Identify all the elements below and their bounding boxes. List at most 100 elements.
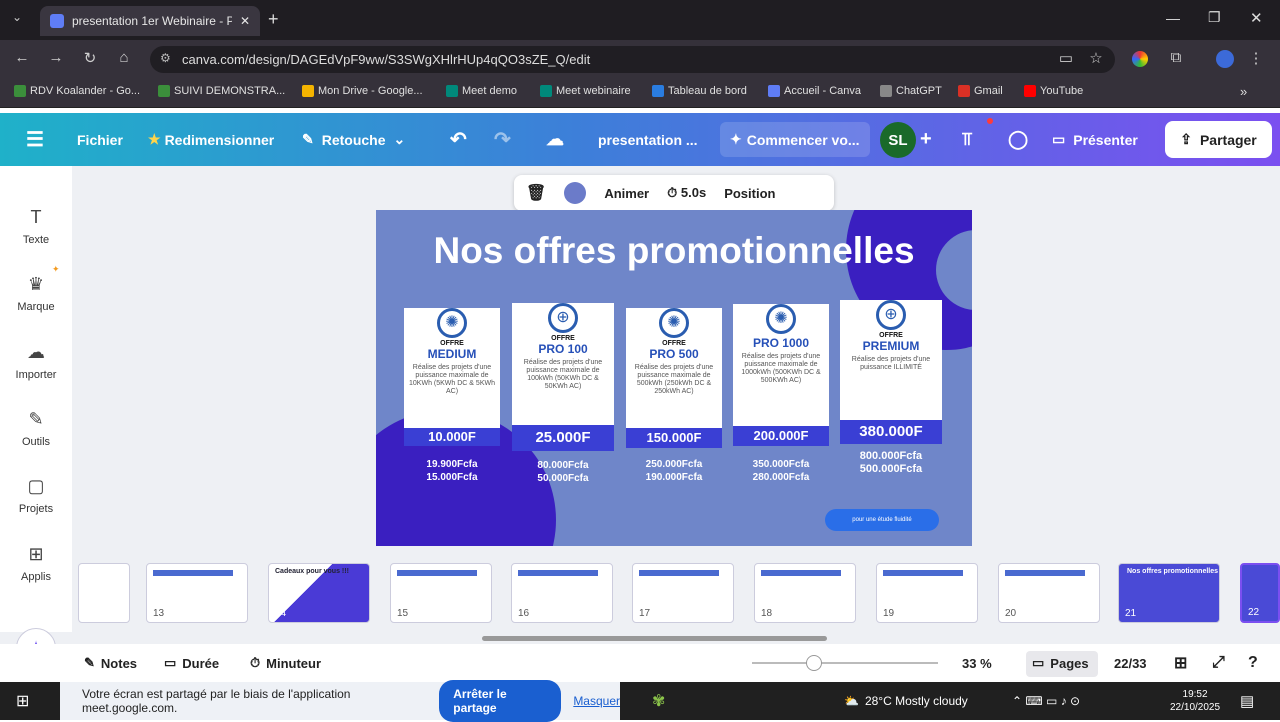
new-tab-icon[interactable]: + xyxy=(268,9,279,30)
position-button[interactable]: Position xyxy=(724,186,775,201)
forward-icon[interactable]: → xyxy=(46,49,66,66)
duration-toggle[interactable]: ▭ Durée xyxy=(164,644,219,682)
bookmark-item[interactable]: Mon Drive - Google... xyxy=(302,85,423,97)
fullscreen-icon[interactable]: ⤢ xyxy=(1212,644,1225,682)
add-collaborator-icon[interactable]: + xyxy=(920,113,932,166)
page-thumbnail[interactable]: 17 xyxy=(632,563,734,623)
tab-title: presentation 1er Webinaire - P... xyxy=(72,14,232,28)
page-thumbnail[interactable]: 15 xyxy=(390,563,492,623)
bookmark-item[interactable]: Tableau de bord xyxy=(652,85,747,97)
slide-canvas[interactable]: Nos offres promotionnelles ✺ OFFRE MEDIU… xyxy=(376,210,972,546)
file-menu[interactable]: Fichier xyxy=(77,113,123,166)
sidebar-item-projects[interactable]: ▢ Projets xyxy=(0,476,72,515)
cast-icon[interactable]: ▭ xyxy=(1056,49,1076,67)
offer-card[interactable]: ✺ OFFRE MEDIUM Réalise des projets d'une… xyxy=(404,302,500,484)
bookmark-item[interactable]: YouTube xyxy=(1024,85,1083,97)
page-thumbnail[interactable]: 19 xyxy=(876,563,978,623)
pinned-app-icon[interactable]: ✾ xyxy=(652,682,665,720)
offer-card[interactable]: ⊕ OFFRE PREMIUM Réalise des projets d'un… xyxy=(840,294,942,476)
sidebar-item-tools[interactable]: ✎ Outils xyxy=(0,409,72,448)
color-swatch[interactable] xyxy=(564,182,587,204)
animate-button[interactable]: Animer xyxy=(604,186,649,201)
page-thumbnail-current[interactable]: 22 xyxy=(1240,563,1280,623)
edit-menu[interactable]: ✎ Retouche ⌄ xyxy=(302,113,405,166)
sidebar-item-uploads[interactable]: ☁ Importer xyxy=(0,342,72,381)
trash-icon[interactable]: 🗑 xyxy=(526,183,546,203)
start-button[interactable]: ✦ Commencer vo... xyxy=(720,122,870,157)
offer-card[interactable]: ✺ PRO 1000 Réalise des projets d'une pui… xyxy=(733,298,829,484)
windows-start-icon[interactable]: ⊞ xyxy=(16,682,29,720)
bookmark-item[interactable]: Gmail xyxy=(958,85,1003,97)
bookmark-item[interactable]: SUIVI DEMONSTRA... xyxy=(158,85,285,97)
minimize-icon[interactable]: — xyxy=(1166,10,1180,26)
bookmark-item[interactable]: Meet demo xyxy=(446,85,517,97)
menu-hamburger-icon[interactable]: ☰ xyxy=(26,113,44,166)
clock[interactable]: 19:52 22/10/2025 xyxy=(1170,682,1220,720)
folder-icon: ▢ xyxy=(27,476,45,496)
more-bookmarks-icon[interactable]: » xyxy=(1240,84,1247,99)
tab-close-icon[interactable]: ✕ xyxy=(240,14,250,28)
sidebar-item-apps[interactable]: ⊞ Applis xyxy=(0,544,72,583)
page-thumbnail[interactable] xyxy=(78,563,130,623)
filmstrip-scrollbar[interactable] xyxy=(482,636,827,641)
notes-button[interactable]: ✎ Notes xyxy=(84,644,137,682)
offer-card[interactable]: ⊕ OFFRE PRO 100 Réalise des projets d'un… xyxy=(512,297,614,485)
text-icon: T xyxy=(30,207,42,227)
cta-button[interactable]: pour une étude fluidité xyxy=(825,509,939,531)
extensions-puzzle-icon[interactable]: ⧉ xyxy=(1166,49,1186,66)
undo-icon[interactable]: ↶ xyxy=(450,113,467,166)
bookmark-item[interactable]: ChatGPT xyxy=(880,85,942,97)
stop-sharing-button[interactable]: Arrêter le partage xyxy=(439,680,562,722)
extension-icon[interactable] xyxy=(1132,51,1148,67)
insights-chart-icon[interactable]: ⫪ xyxy=(962,113,972,166)
notifications-icon[interactable]: ▤ xyxy=(1240,682,1254,720)
zoom-level[interactable]: 33 % xyxy=(962,644,992,682)
page-thumbnail[interactable]: 16 xyxy=(511,563,613,623)
offer-price: 150.000F xyxy=(626,428,722,448)
site-info-icon[interactable]: ⚙ xyxy=(160,51,171,65)
grid-view-icon[interactable]: ⊞ xyxy=(1174,644,1187,682)
bookmark-item[interactable]: Meet webinaire xyxy=(540,85,631,97)
document-title[interactable]: presentation ... xyxy=(598,113,698,166)
window-close-icon[interactable]: ✕ xyxy=(1250,9,1263,27)
pages-button[interactable]: ▭ Pages xyxy=(1032,644,1089,682)
page-thumbnail[interactable]: 18 xyxy=(754,563,856,623)
url-input[interactable]: ⚙ canva.com/design/DAGEdVpF9ww/S3SWgXHlr… xyxy=(150,46,1115,73)
present-button[interactable]: ▭ Présenter xyxy=(1052,113,1138,166)
comment-icon[interactable]: ◯ xyxy=(1008,113,1028,166)
browser-menu-icon[interactable]: ⋮ xyxy=(1246,49,1266,67)
user-avatar[interactable]: SL xyxy=(880,122,916,158)
help-icon[interactable]: ? xyxy=(1248,644,1258,682)
bookmark-star-icon[interactable]: ☆ xyxy=(1086,49,1106,67)
weather-widget[interactable]: ⛅ 28°C Mostly cloudy xyxy=(844,682,968,720)
home-icon[interactable]: ⌂ xyxy=(114,49,134,66)
zoom-slider-handle[interactable] xyxy=(806,655,822,671)
sidebar-item-brand[interactable]: ♛ Marque xyxy=(0,274,72,313)
timer-button[interactable]: ⏱ Minuteur xyxy=(250,644,321,682)
offer-card[interactable]: ✺ OFFRE PRO 500 Réalise des projets d'un… xyxy=(626,302,722,484)
tab-search-icon[interactable]: ⌄ xyxy=(12,10,22,24)
cloud-saved-icon[interactable]: ☁ xyxy=(546,113,564,166)
sidebar-item-text[interactable]: T Texte xyxy=(0,207,72,246)
page-thumbnail[interactable]: 13 xyxy=(146,563,248,623)
old-price: 19.900Fcfa xyxy=(426,459,478,470)
star-icon: ★ xyxy=(148,131,161,147)
back-icon[interactable]: ← xyxy=(12,49,32,66)
reload-icon[interactable]: ↻ xyxy=(80,49,100,67)
share-button[interactable]: ⇪ Partager xyxy=(1165,121,1272,158)
page-thumbnail[interactable]: Nos offres promotionnelles 21 xyxy=(1118,563,1220,623)
page-thumbnail[interactable]: Cadeaux pour vous !!! 14 xyxy=(268,563,370,623)
bookmark-item[interactable]: Accueil - Canva xyxy=(768,85,861,97)
slide-title[interactable]: Nos offres promotionnelles xyxy=(376,230,972,272)
resize-button[interactable]: ★ Redimensionner xyxy=(148,113,274,166)
page-thumbnail[interactable]: 20 xyxy=(998,563,1100,623)
browser-tab[interactable]: presentation 1er Webinaire - P... ✕ xyxy=(40,6,260,36)
maximize-icon[interactable]: ❐ xyxy=(1208,9,1221,26)
system-tray-icons[interactable]: ⌃ ⌨ ▭ ♪ ⊙ xyxy=(1012,682,1080,720)
duration-button[interactable]: ⏱ 5.0s xyxy=(667,185,706,201)
bookmark-item[interactable]: RDV Koalander - Go... xyxy=(14,85,140,97)
zoom-slider-track[interactable] xyxy=(752,662,938,664)
profile-avatar[interactable] xyxy=(1216,50,1234,68)
redo-icon[interactable]: ↷ xyxy=(494,113,511,166)
hide-banner-link[interactable]: Masquer xyxy=(573,694,620,708)
